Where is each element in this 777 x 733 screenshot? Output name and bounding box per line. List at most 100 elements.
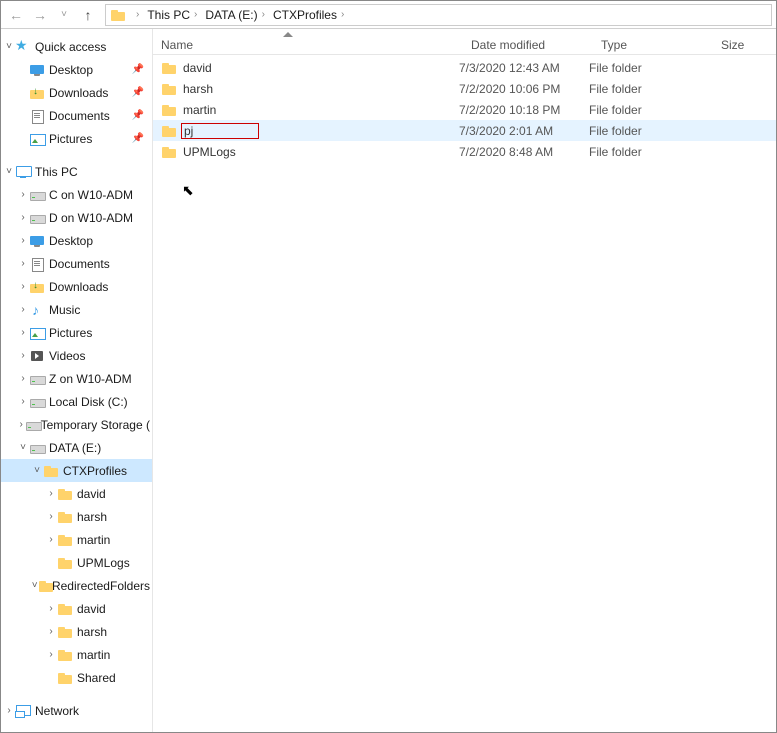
chevron-right-icon[interactable]: › — [17, 258, 29, 269]
chevron-right-icon[interactable]: › — [17, 350, 29, 361]
nav-item-ctxprofiles[interactable]: ˅ CTXProfiles — [1, 459, 152, 482]
nav-item-label: Local Disk (C:) — [49, 395, 128, 409]
nav-item-label: Desktop — [49, 63, 93, 77]
chevron-right-icon[interactable]: › — [17, 304, 29, 315]
chevron-down-icon[interactable]: ˅ — [3, 41, 15, 52]
nav-item-martin[interactable]: › martin — [1, 643, 152, 666]
column-header-name[interactable]: Name — [153, 38, 459, 52]
nav-item-shared[interactable]: Shared — [1, 666, 152, 689]
chevron-right-icon[interactable]: › — [45, 488, 57, 499]
file-name: harsh — [183, 82, 213, 96]
nav-item-z-on-w10-adm[interactable]: › Z on W10-ADM — [1, 367, 152, 390]
chevron-right-icon[interactable]: › — [17, 396, 29, 407]
folder-icon — [57, 624, 73, 640]
nav-item-upmlogs[interactable]: UPMLogs — [1, 551, 152, 574]
file-row-upmlogs[interactable]: UPMLogs7/2/2020 8:48 AMFile folder — [153, 141, 776, 162]
nav-recent-button[interactable]: ˅ — [53, 4, 75, 26]
net-icon — [15, 703, 31, 719]
folder-icon — [43, 463, 59, 479]
nav-item-label: This PC — [35, 165, 78, 179]
nav-item-desktop[interactable]: Desktop 📌 — [1, 58, 152, 81]
pin-icon: 📌 — [132, 64, 150, 75]
nav-item-temporary-storage-[interactable]: ›Temporary Storage ( — [1, 413, 152, 436]
nav-item-local-disk-c-[interactable]: › Local Disk (C:) — [1, 390, 152, 413]
crumb-ctxprofiles[interactable]: CTXProfiles› — [269, 5, 348, 25]
crumb-label: DATA (E:) — [205, 8, 257, 22]
drive-icon — [25, 417, 36, 433]
chevron-right-icon[interactable]: › — [45, 511, 57, 522]
column-header-type[interactable]: Type — [589, 38, 709, 52]
nav-item-label: martin — [77, 648, 110, 662]
chevron-down-icon[interactable]: ˅ — [3, 166, 15, 177]
drive-icon — [29, 394, 45, 410]
column-header-size[interactable]: Size — [709, 38, 776, 52]
nav-item-label: Shared — [77, 671, 116, 685]
file-row-david[interactable]: david7/3/2020 12:43 AMFile folder — [153, 57, 776, 78]
nav-item-videos[interactable]: ›Videos — [1, 344, 152, 367]
nav-item-music[interactable]: ›Music — [1, 298, 152, 321]
pin-icon: 📌 — [132, 87, 150, 98]
downloads-icon — [29, 85, 45, 101]
column-header-date[interactable]: Date modified — [459, 38, 589, 52]
chevron-right-icon[interactable]: › — [45, 626, 57, 637]
chevron-right-icon[interactable]: › — [17, 419, 25, 430]
nav-up-button[interactable]: ↑ — [77, 4, 99, 26]
file-rows: david7/3/2020 12:43 AMFile folder harsh 7/… — [153, 55, 776, 162]
nav-item-desktop[interactable]: ›Desktop — [1, 229, 152, 252]
nav-item-label: Z on W10-ADM — [49, 372, 132, 386]
folder-icon — [161, 81, 177, 97]
nav-item-downloads[interactable]: Downloads📌 — [1, 81, 152, 104]
file-date: 7/2/2020 10:06 PM — [459, 82, 589, 96]
nav-item-label: CTXProfiles — [63, 464, 127, 478]
nav-back-button[interactable]: ← — [5, 4, 27, 26]
chevron-down-icon[interactable]: ˅ — [31, 580, 38, 591]
crumb-data-e[interactable]: DATA (E:)› — [201, 5, 269, 25]
folder-icon — [57, 647, 73, 663]
nav-item-network[interactable]: ›Network — [1, 699, 152, 722]
chevron-down-icon[interactable]: ˅ — [31, 465, 43, 476]
chevron-right-icon[interactable]: › — [17, 281, 29, 292]
navigation-pane[interactable]: ˅Quick accessDesktop📌Downloads📌Documents… — [1, 29, 153, 732]
chevron-down-icon[interactable]: ˅ — [17, 442, 29, 453]
nav-item-harsh[interactable]: › harsh — [1, 505, 152, 528]
nav-item-pictures[interactable]: ›Pictures — [1, 321, 152, 344]
nav-item-label: martin — [77, 533, 110, 547]
breadcrumb-sep[interactable]: › — [128, 5, 143, 25]
nav-item-harsh[interactable]: ›harsh — [1, 620, 152, 643]
nav-item-david[interactable]: ›david — [1, 482, 152, 505]
file-type: File folder — [589, 124, 709, 138]
file-row-pj[interactable]: pj7/3/2020 2:01 AMFile folder — [153, 120, 776, 141]
nav-forward-button[interactable]: → — [29, 4, 51, 26]
nav-item-documents[interactable]: ›Documents — [1, 252, 152, 275]
chevron-right-icon[interactable]: › — [45, 534, 57, 545]
breadcrumb[interactable]: › This PC› DATA (E:)› CTXProfiles› — [105, 4, 772, 26]
nav-item-david[interactable]: ›david — [1, 597, 152, 620]
nav-item-label: harsh — [77, 510, 107, 524]
nav-item-d-on-w10-adm[interactable]: ›D on W10-ADM — [1, 206, 152, 229]
file-type: File folder — [589, 82, 709, 96]
chevron-right-icon[interactable]: › — [17, 373, 29, 384]
chevron-right-icon[interactable]: › — [17, 235, 29, 246]
file-row-martin[interactable]: martin7/2/2020 10:18 PMFile folder — [153, 99, 776, 120]
nav-item-martin[interactable]: › martin — [1, 528, 152, 551]
nav-item-redirectedfolders[interactable]: ˅RedirectedFolders — [1, 574, 152, 597]
drive-icon — [29, 440, 45, 456]
chevron-right-icon[interactable]: › — [17, 212, 29, 223]
nav-item-data-e-[interactable]: ˅DATA (E:) — [1, 436, 152, 459]
nav-item-documents[interactable]: Documents📌 — [1, 104, 152, 127]
file-type: File folder — [589, 145, 709, 159]
nav-item-this-pc[interactable]: ˅ This PC — [1, 160, 152, 183]
file-type: File folder — [589, 103, 709, 117]
nav-item-c-on-w10-adm[interactable]: ›C on W10-ADM — [1, 183, 152, 206]
chevron-right-icon[interactable]: › — [45, 649, 57, 660]
crumb-this-pc[interactable]: This PC› — [143, 5, 201, 25]
chevron-right-icon[interactable]: › — [3, 705, 15, 716]
nav-item-downloads[interactable]: ›Downloads — [1, 275, 152, 298]
file-name: pj — [181, 123, 259, 139]
chevron-right-icon[interactable]: › — [17, 189, 29, 200]
chevron-right-icon[interactable]: › — [17, 327, 29, 338]
nav-item-pictures[interactable]: Pictures📌 — [1, 127, 152, 150]
chevron-right-icon[interactable]: › — [45, 603, 57, 614]
nav-item-quick-access[interactable]: ˅Quick access — [1, 35, 152, 58]
file-row-harsh[interactable]: harsh 7/2/2020 10:06 PMFile folder — [153, 78, 776, 99]
